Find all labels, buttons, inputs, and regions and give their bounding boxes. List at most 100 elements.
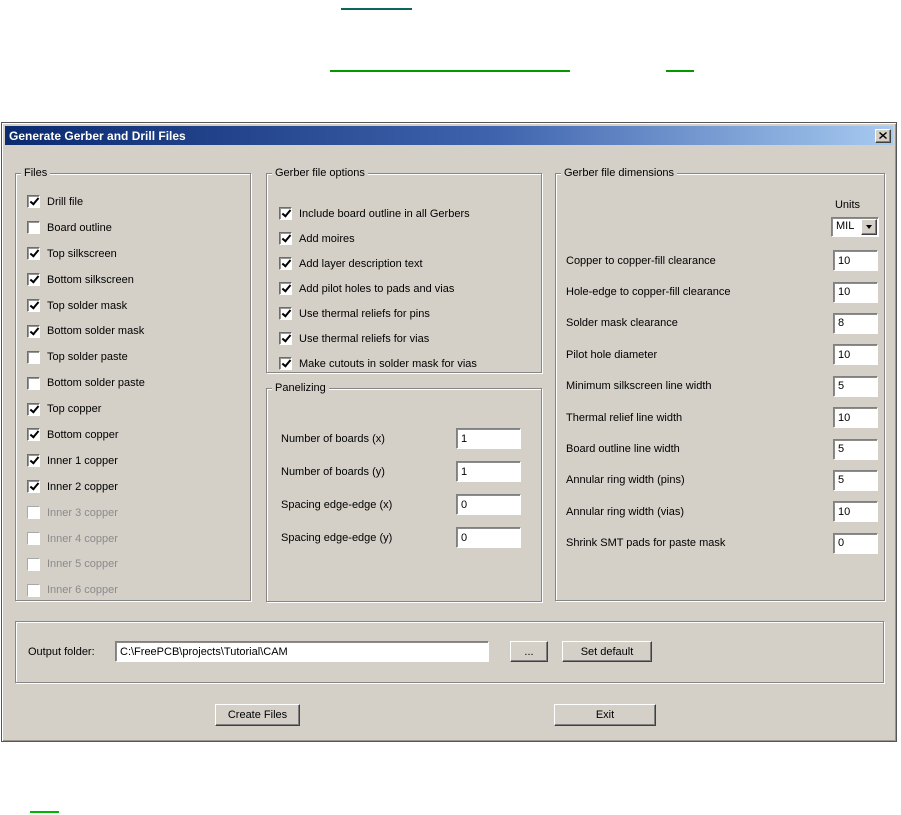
checkbox-label-inner-6-copper: Inner 6 copper [47, 584, 118, 597]
checkbox-row-bottom-solder-paste[interactable]: Bottom solder paste [27, 370, 246, 396]
chevron-down-icon [866, 225, 872, 232]
checkbox-include-board-outline-in-all-gerbers[interactable] [279, 207, 292, 220]
checkbox-label-add-pilot-holes-to-pads-and-vias: Add pilot holes to pads and vias [299, 282, 455, 295]
field-label-board-outline-line-width: Board outline line width [566, 443, 680, 456]
checkbox-use-thermal-reliefs-for-pins[interactable] [279, 307, 292, 320]
checkbox-row-inner-5-copper: Inner 5 copper [27, 551, 246, 577]
top-link-underline[interactable] [341, 8, 412, 10]
field-row-copper-to-copper-fill-clearance: Copper to copper-fill clearance [558, 245, 884, 276]
checkbox-inner-3-copper [27, 506, 40, 520]
checkbox-bottom-solder-mask[interactable] [27, 324, 40, 338]
input-hole-edge-to-copper-fill-clearance[interactable] [833, 281, 878, 303]
input-pilot-hole-diameter[interactable] [833, 344, 878, 366]
checkbox-label-add-layer-description-text: Add layer description text [299, 257, 423, 270]
checkbox-inner-1-copper[interactable] [27, 454, 40, 468]
checkbox-row-add-layer-description-text[interactable]: Add layer description text [279, 251, 537, 276]
checkbox-top-solder-mask[interactable] [27, 299, 40, 312]
checkbox-bottom-solder-paste[interactable] [27, 376, 40, 390]
middle-link-underline-2[interactable] [666, 70, 694, 72]
options-checkbox-list: Include board outline in all Gerbers Add … [279, 201, 537, 376]
checkbox-row-bottom-copper[interactable]: Bottom copper [27, 422, 246, 448]
files-group-label: Files [21, 167, 51, 179]
checkbox-row-drill-file[interactable]: Drill file [27, 189, 246, 215]
files-checkbox-list: Drill file Board outline Top silkscreen Bot… [27, 189, 246, 603]
bottom-link-underline[interactable] [30, 811, 59, 813]
input-spacing-edge-edge-y[interactable] [456, 527, 521, 548]
input-number-of-boards-y[interactable] [456, 461, 521, 482]
checkbox-drill-file[interactable] [27, 195, 40, 209]
checkbox-top-silkscreen[interactable] [27, 247, 40, 261]
checkbox-add-pilot-holes-to-pads-and-vias[interactable] [279, 282, 292, 295]
field-label-shrink-smt-pads-for-paste-mask: Shrink SMT pads for paste mask [566, 537, 726, 550]
output-folder-group: Output folder: ... Set default [15, 621, 884, 683]
checkbox-row-top-solder-mask[interactable]: Top solder mask [27, 293, 246, 319]
output-folder-label: Output folder: [28, 646, 95, 658]
checkbox-label-top-silkscreen: Top silkscreen [47, 247, 117, 260]
input-thermal-relief-line-width[interactable] [833, 407, 878, 429]
units-dropdown[interactable]: MIL [831, 217, 879, 237]
input-board-outline-line-width[interactable] [833, 438, 878, 460]
checkbox-row-add-pilot-holes-to-pads-and-vias[interactable]: Add pilot holes to pads and vias [279, 276, 537, 301]
checkbox-label-bottom-copper: Bottom copper [47, 428, 119, 441]
checkbox-row-inner-2-copper[interactable]: Inner 2 copper [27, 474, 246, 500]
checkbox-row-inner-1-copper[interactable]: Inner 1 copper [27, 448, 246, 474]
checkbox-top-copper[interactable] [27, 402, 40, 416]
field-row-spacing-edge-edge-x: Spacing edge-edge (x) [267, 488, 541, 521]
checkbox-make-cutouts-in-solder-mask-for-vias[interactable] [279, 357, 292, 370]
checkbox-label-inner-5-copper: Inner 5 copper [47, 558, 118, 571]
checkbox-row-bottom-solder-mask[interactable]: Bottom solder mask [27, 318, 246, 344]
field-row-thermal-relief-line-width: Thermal relief line width [558, 402, 884, 433]
input-annular-ring-width-pins[interactable] [833, 469, 878, 491]
checkbox-label-bottom-silkscreen: Bottom silkscreen [47, 273, 134, 286]
checkbox-row-board-outline[interactable]: Board outline [27, 215, 246, 241]
dialog-titlebar[interactable]: Generate Gerber and Drill Files [5, 126, 893, 145]
input-number-of-boards-x[interactable] [456, 428, 521, 449]
output-folder-input[interactable] [115, 641, 489, 662]
browse-button[interactable]: ... [510, 641, 548, 662]
checkbox-row-make-cutouts-in-solder-mask-for-vias[interactable]: Make cutouts in solder mask for vias [279, 351, 537, 376]
checkbox-label-top-solder-paste: Top solder paste [47, 351, 128, 364]
checkbox-board-outline[interactable] [27, 221, 40, 235]
middle-link-underline[interactable] [330, 70, 570, 72]
panelizing-group-label: Panelizing [272, 382, 329, 394]
checkbox-row-use-thermal-reliefs-for-pins[interactable]: Use thermal reliefs for pins [279, 301, 537, 326]
checkbox-use-thermal-reliefs-for-vias[interactable] [279, 332, 292, 345]
checkbox-row-use-thermal-reliefs-for-vias[interactable]: Use thermal reliefs for vias [279, 326, 537, 351]
checkbox-bottom-copper[interactable] [27, 428, 40, 442]
checkbox-row-top-copper[interactable]: Top copper [27, 396, 246, 422]
checkbox-add-layer-description-text[interactable] [279, 257, 292, 270]
checkbox-top-solder-paste[interactable] [27, 350, 40, 364]
gerber-dialog: Generate Gerber and Drill Files Files Dr… [1, 122, 897, 742]
input-spacing-edge-edge-x[interactable] [456, 494, 521, 515]
field-row-board-outline-line-width: Board outline line width [558, 433, 884, 464]
input-annular-ring-width-vias[interactable] [833, 501, 878, 523]
checkbox-row-inner-6-copper: Inner 6 copper [27, 577, 246, 603]
checkbox-row-include-board-outline-in-all-gerbers[interactable]: Include board outline in all Gerbers [279, 201, 537, 226]
field-label-annular-ring-width-vias: Annular ring width (vias) [566, 505, 684, 518]
field-label-spacing-edge-edge-y: Spacing edge-edge (y) [281, 531, 393, 544]
checkbox-add-moires[interactable] [279, 232, 292, 245]
close-icon [879, 132, 887, 139]
checkbox-row-top-silkscreen[interactable]: Top silkscreen [27, 241, 246, 267]
field-label-number-of-boards-x: Number of boards (x) [281, 432, 385, 445]
checkbox-row-bottom-silkscreen[interactable]: Bottom silkscreen [27, 267, 246, 293]
field-label-minimum-silkscreen-line-width: Minimum silkscreen line width [566, 380, 712, 393]
field-row-minimum-silkscreen-line-width: Minimum silkscreen line width [558, 371, 884, 402]
close-button[interactable] [875, 128, 891, 143]
checkbox-row-inner-3-copper: Inner 3 copper [27, 500, 246, 526]
exit-button[interactable]: Exit [554, 704, 656, 726]
checkbox-bottom-silkscreen[interactable] [27, 273, 40, 287]
set-default-button[interactable]: Set default [562, 641, 652, 662]
checkbox-label-use-thermal-reliefs-for-pins: Use thermal reliefs for pins [299, 307, 430, 320]
input-copper-to-copper-fill-clearance[interactable] [833, 250, 878, 272]
checkbox-row-top-solder-paste[interactable]: Top solder paste [27, 344, 246, 370]
input-solder-mask-clearance[interactable] [833, 312, 878, 334]
files-group: Files Drill file Board outline Top silkscr… [15, 167, 251, 601]
checkbox-row-add-moires[interactable]: Add moires [279, 226, 537, 251]
create-files-button[interactable]: Create Files [215, 704, 300, 726]
checkbox-inner-2-copper[interactable] [27, 480, 40, 494]
checkbox-label-bottom-solder-paste: Bottom solder paste [47, 377, 145, 390]
input-shrink-smt-pads-for-paste-mask[interactable] [833, 532, 878, 554]
input-minimum-silkscreen-line-width[interactable] [833, 375, 878, 397]
units-dropdown-button[interactable] [861, 219, 877, 235]
